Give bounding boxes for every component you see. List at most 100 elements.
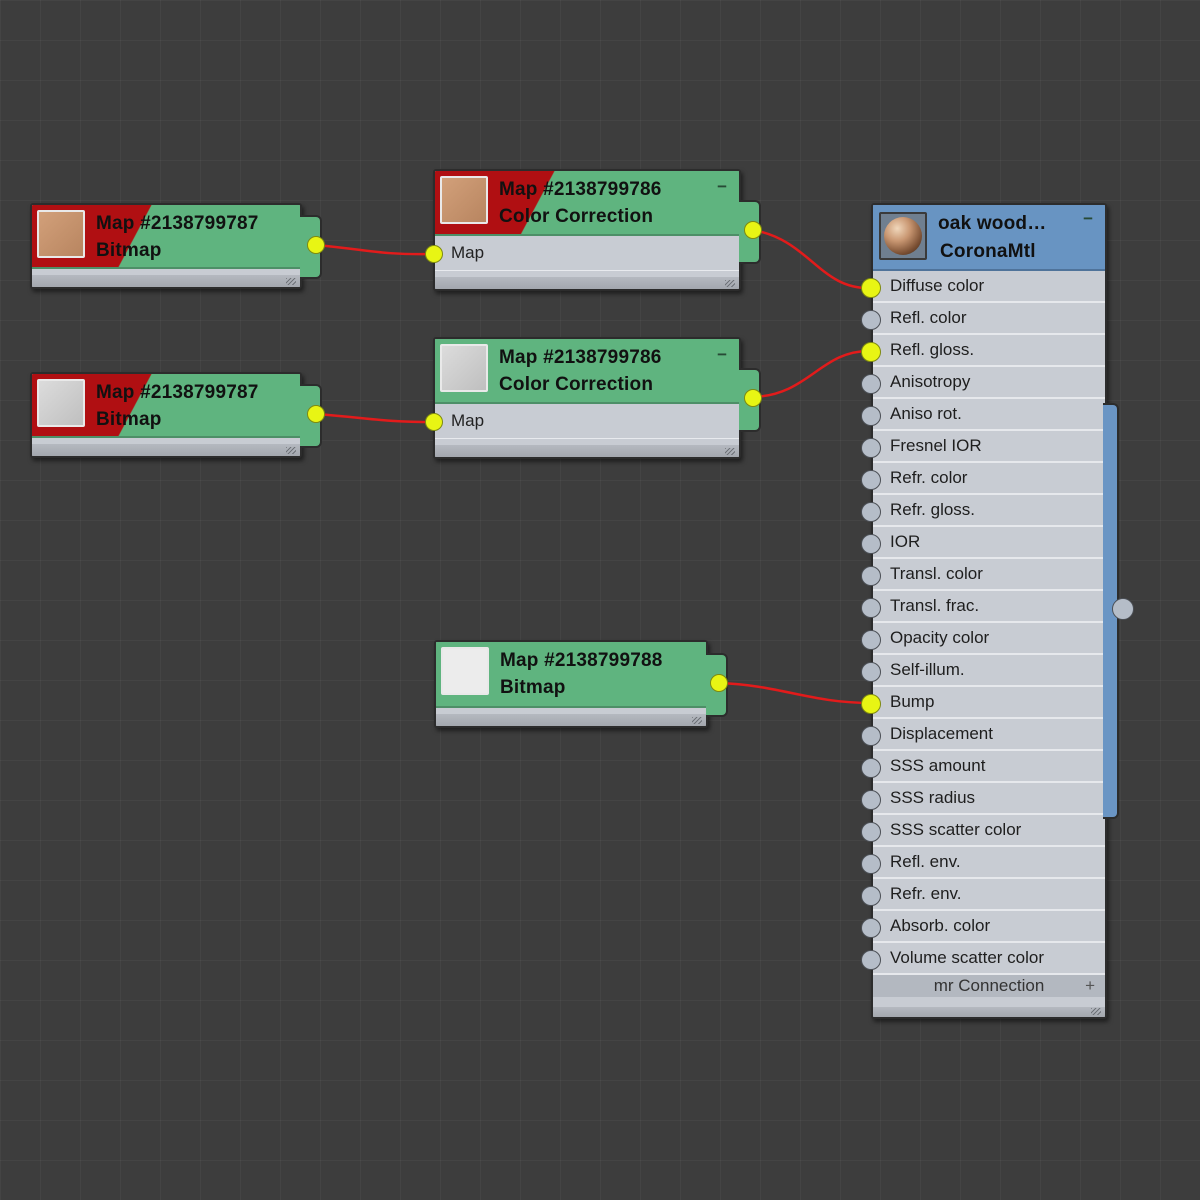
- resize-grip-icon[interactable]: [1091, 1008, 1101, 1015]
- slot-input-socket[interactable]: [861, 918, 881, 938]
- node-header[interactable]: Map #2138799786 Color Correction −: [435, 339, 739, 404]
- slot-label: Refl. env.: [890, 852, 961, 871]
- output-socket[interactable]: [744, 221, 762, 239]
- input-slot-map[interactable]: Map: [435, 404, 739, 439]
- material-slot-row[interactable]: Volume scatter color: [873, 943, 1105, 975]
- slot-input-socket[interactable]: [861, 438, 881, 458]
- material-header[interactable]: oak wood… CoronaMtl −: [873, 205, 1105, 271]
- material-slot-row[interactable]: SSS radius: [873, 783, 1105, 815]
- slot-label: Map: [451, 411, 485, 430]
- node-footer: [435, 277, 739, 289]
- slot-label: Refl. color: [890, 308, 967, 327]
- slot-label: Fresnel IOR: [890, 436, 982, 455]
- slot-label: Refl. gloss.: [890, 340, 975, 359]
- slot-label: Transl. frac.: [890, 596, 980, 615]
- input-socket-map[interactable]: [425, 413, 443, 431]
- texture-thumbnail: [37, 210, 85, 258]
- output-socket[interactable]: [307, 405, 325, 423]
- slot-label: SSS scatter color: [890, 820, 1022, 839]
- color-correction-node-a[interactable]: Map #2138799786 Color Correction − Map: [425, 169, 762, 291]
- mr-connection-bar[interactable]: mr Connection +: [873, 975, 1105, 997]
- node-body: Map #2138799786 Color Correction − Map: [433, 337, 741, 459]
- slot-input-socket[interactable]: [861, 470, 881, 490]
- slot-input-socket[interactable]: [861, 822, 881, 842]
- color-correction-node-b[interactable]: Map #2138799786 Color Correction − Map: [425, 337, 762, 459]
- output-socket[interactable]: [744, 389, 762, 407]
- wire-cc-b-to-refl-gloss: [752, 349, 872, 399]
- slot-input-socket[interactable]: [861, 758, 881, 778]
- material-slot-row[interactable]: Refl. env.: [873, 847, 1105, 879]
- resize-grip-icon[interactable]: [286, 447, 296, 454]
- resize-grip-icon[interactable]: [286, 278, 296, 285]
- slot-input-socket[interactable]: [861, 278, 881, 298]
- material-slot-row[interactable]: Refr. color: [873, 463, 1105, 495]
- material-slot-row[interactable]: Absorb. color: [873, 911, 1105, 943]
- node-footer: [32, 275, 300, 287]
- material-slot-row[interactable]: Aniso rot.: [873, 399, 1105, 431]
- texture-thumbnail: [441, 647, 489, 695]
- input-socket-map[interactable]: [425, 245, 443, 263]
- node-footer: [436, 714, 706, 726]
- expand-plus-icon[interactable]: +: [1085, 975, 1095, 997]
- material-slot-row[interactable]: Fresnel IOR: [873, 431, 1105, 463]
- material-node-body: oak wood… CoronaMtl − Diffuse color Refl.…: [871, 203, 1107, 1019]
- node-footer: [32, 444, 300, 456]
- slot-label: Refr. color: [890, 468, 968, 487]
- node-title: Map #2138799787: [96, 213, 259, 234]
- resize-grip-icon[interactable]: [725, 280, 735, 287]
- resize-grip-icon[interactable]: [692, 717, 702, 724]
- bitmap-node-c[interactable]: Map #2138799788 Bitmap: [434, 640, 728, 728]
- material-slot-row[interactable]: Transl. frac.: [873, 591, 1105, 623]
- node-header[interactable]: Map #2138799786 Color Correction −: [435, 171, 739, 236]
- slot-input-socket[interactable]: [861, 406, 881, 426]
- slot-input-socket[interactable]: [861, 790, 881, 810]
- slot-input-socket[interactable]: [861, 694, 881, 714]
- slot-label: Anisotropy: [890, 372, 971, 391]
- material-slot-row[interactable]: Displacement: [873, 719, 1105, 751]
- resize-grip-icon[interactable]: [725, 448, 735, 455]
- material-slot-row[interactable]: Refr. gloss.: [873, 495, 1105, 527]
- slot-input-socket[interactable]: [861, 566, 881, 586]
- collapse-button[interactable]: −: [717, 177, 727, 197]
- slot-input-socket[interactable]: [861, 342, 881, 362]
- output-socket[interactable]: [307, 236, 325, 254]
- slot-input-socket[interactable]: [861, 662, 881, 682]
- material-slot-row[interactable]: SSS scatter color: [873, 815, 1105, 847]
- slot-input-socket[interactable]: [861, 886, 881, 906]
- material-slot-row[interactable]: Transl. color: [873, 559, 1105, 591]
- material-slot-row[interactable]: IOR: [873, 527, 1105, 559]
- material-slot-row[interactable]: Refr. env.: [873, 879, 1105, 911]
- material-output-socket[interactable]: [1112, 598, 1134, 620]
- slot-input-socket[interactable]: [861, 502, 881, 522]
- node-body: Map #2138799786 Color Correction − Map: [433, 169, 741, 291]
- input-slot-map[interactable]: Map: [435, 236, 739, 271]
- corona-material-node[interactable]: oak wood… CoronaMtl − Diffuse color Refl.…: [861, 203, 1134, 1019]
- slot-input-socket[interactable]: [861, 630, 881, 650]
- slot-input-socket[interactable]: [861, 534, 881, 554]
- slot-input-socket[interactable]: [861, 950, 881, 970]
- material-slot-row[interactable]: Diffuse color: [873, 271, 1105, 303]
- node-body: Map #2138799787 Bitmap: [30, 203, 302, 289]
- node-header[interactable]: Map #2138799787 Bitmap: [32, 205, 300, 269]
- slot-input-socket[interactable]: [861, 310, 881, 330]
- material-slot-row[interactable]: Opacity color: [873, 623, 1105, 655]
- material-slot-row[interactable]: Refl. color: [873, 303, 1105, 335]
- material-slot-row[interactable]: Self-illum.: [873, 655, 1105, 687]
- collapse-button[interactable]: −: [717, 345, 727, 365]
- material-slot-row[interactable]: Bump: [873, 687, 1105, 719]
- material-slot-row[interactable]: Refl. gloss.: [873, 335, 1105, 367]
- material-slot-row[interactable]: SSS amount: [873, 751, 1105, 783]
- node-header[interactable]: Map #2138799788 Bitmap: [436, 642, 706, 708]
- output-socket[interactable]: [710, 674, 728, 692]
- slot-input-socket[interactable]: [861, 854, 881, 874]
- slot-label: Displacement: [890, 724, 993, 743]
- slot-input-socket[interactable]: [861, 374, 881, 394]
- slot-input-socket[interactable]: [861, 598, 881, 618]
- slot-input-socket[interactable]: [861, 726, 881, 746]
- node-body: Map #2138799788 Bitmap: [434, 640, 708, 728]
- collapse-button[interactable]: −: [1083, 209, 1093, 229]
- bitmap-node-a[interactable]: Map #2138799787 Bitmap: [30, 203, 325, 289]
- bitmap-node-b[interactable]: Map #2138799787 Bitmap: [30, 372, 325, 458]
- material-slot-row[interactable]: Anisotropy: [873, 367, 1105, 399]
- node-header[interactable]: Map #2138799787 Bitmap: [32, 374, 300, 438]
